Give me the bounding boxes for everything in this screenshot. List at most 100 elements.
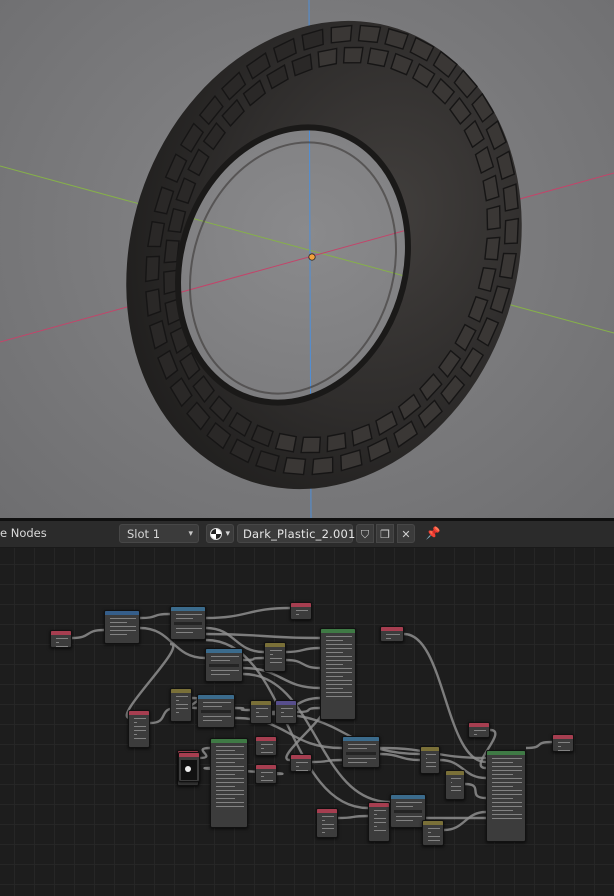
node-header[interactable] — [171, 689, 191, 693]
node-header[interactable] — [381, 627, 403, 631]
node-header[interactable] — [291, 603, 311, 607]
color-node[interactable] — [250, 700, 272, 724]
node-socket-row — [374, 826, 377, 827]
node-header[interactable] — [256, 737, 276, 741]
node-socket-row — [211, 670, 239, 671]
node-header[interactable] — [129, 711, 149, 715]
node-header[interactable] — [179, 753, 199, 757]
node-header[interactable] — [343, 737, 379, 741]
node-header[interactable] — [321, 629, 355, 633]
node-socket-row — [374, 830, 386, 831]
node-header[interactable] — [553, 735, 573, 739]
node-header[interactable] — [391, 795, 425, 799]
node-header[interactable] — [256, 765, 276, 769]
node-header[interactable] — [251, 701, 271, 705]
editor-type-label[interactable]: e Nodes — [0, 524, 51, 543]
node-socket-row — [201, 710, 231, 713]
node-header[interactable] — [423, 821, 443, 825]
pin-icon[interactable]: 📌 — [424, 524, 442, 543]
color-node[interactable] — [445, 770, 465, 800]
material-name-field[interactable]: Dark_Plastic_2.001 — [237, 524, 355, 543]
node-header[interactable] — [421, 747, 439, 751]
input-node[interactable] — [290, 754, 312, 772]
node-link — [285, 658, 321, 670]
node-socket-row — [56, 638, 68, 639]
duplicate-material-icon[interactable]: ❐ — [376, 524, 394, 543]
node-socket-row — [211, 656, 239, 657]
node-socket-row — [386, 638, 391, 639]
node-socket-row — [256, 708, 268, 709]
node-socket-row — [203, 702, 231, 703]
material-browse-button[interactable]: ▾ — [206, 524, 234, 543]
node-header[interactable] — [105, 611, 139, 615]
node-socket-row — [326, 656, 352, 657]
input-node[interactable] — [255, 764, 277, 784]
texture-node[interactable] — [205, 648, 243, 682]
texture-node[interactable] — [197, 694, 235, 728]
texture-node[interactable] — [390, 794, 426, 828]
node-socket-row — [426, 762, 436, 763]
tire-model[interactable] — [67, 0, 581, 518]
node-socket-row — [261, 780, 273, 781]
node-socket-row — [270, 654, 273, 655]
fake-user-shield-icon[interactable]: ⛉ — [356, 524, 374, 543]
node-socket-row — [492, 770, 522, 771]
vector-node[interactable] — [275, 700, 297, 724]
node-header[interactable] — [317, 809, 337, 813]
texture-node[interactable] — [342, 736, 380, 768]
node-link — [205, 606, 291, 620]
node-socket-row — [451, 790, 461, 791]
3d-viewport[interactable] — [0, 0, 614, 518]
node-socket-row — [216, 794, 244, 795]
node-socket-row — [281, 708, 293, 709]
node-header[interactable] — [446, 771, 464, 775]
tread-block — [503, 217, 520, 245]
node-socket-row — [176, 696, 188, 697]
image-preview-node[interactable] — [178, 752, 200, 782]
node-header[interactable] — [291, 755, 311, 759]
input-node[interactable] — [128, 710, 150, 748]
node-header[interactable] — [487, 751, 525, 755]
shader-node[interactable] — [210, 738, 248, 828]
node-header[interactable] — [469, 723, 489, 727]
node-socket-row — [296, 762, 308, 763]
color-node[interactable] — [264, 642, 286, 672]
slot-dropdown[interactable]: Slot 1 ▾ — [119, 524, 199, 543]
converter-node[interactable] — [104, 610, 140, 644]
origin-point[interactable] — [308, 253, 316, 261]
node-header[interactable] — [276, 701, 296, 705]
node-socket-row — [322, 820, 325, 821]
node-header[interactable] — [211, 739, 247, 743]
node-header[interactable] — [369, 803, 389, 807]
node-header[interactable] — [206, 649, 242, 653]
input-node[interactable] — [50, 630, 72, 648]
node-link — [139, 612, 171, 620]
input-node[interactable] — [316, 808, 338, 838]
node-socket-row — [492, 762, 513, 763]
input-node[interactable] — [290, 602, 312, 620]
input-node[interactable] — [552, 734, 574, 752]
texture-node[interactable] — [170, 606, 206, 640]
node-socket-row — [209, 664, 239, 667]
node-header[interactable] — [51, 631, 71, 635]
node-socket-row — [426, 754, 436, 755]
node-socket-row — [322, 824, 334, 825]
node-socket-row — [374, 818, 386, 819]
color-node[interactable] — [170, 688, 192, 722]
input-node[interactable] — [255, 736, 277, 756]
input-node[interactable] — [380, 626, 404, 642]
node-canvas[interactable] — [0, 548, 614, 896]
shader-node[interactable] — [486, 750, 526, 842]
color-node[interactable] — [422, 820, 444, 846]
node-header[interactable] — [265, 643, 285, 647]
node-link — [125, 642, 175, 720]
node-socket-row — [110, 634, 127, 635]
color-node[interactable] — [420, 746, 440, 774]
node-header[interactable] — [198, 695, 234, 699]
unlink-close-icon[interactable]: ✕ — [397, 524, 415, 543]
node-socket-row — [270, 662, 282, 663]
input-node[interactable] — [368, 802, 390, 842]
shader-node[interactable] — [320, 628, 356, 720]
node-header[interactable] — [171, 607, 205, 611]
input-node[interactable] — [468, 722, 490, 738]
